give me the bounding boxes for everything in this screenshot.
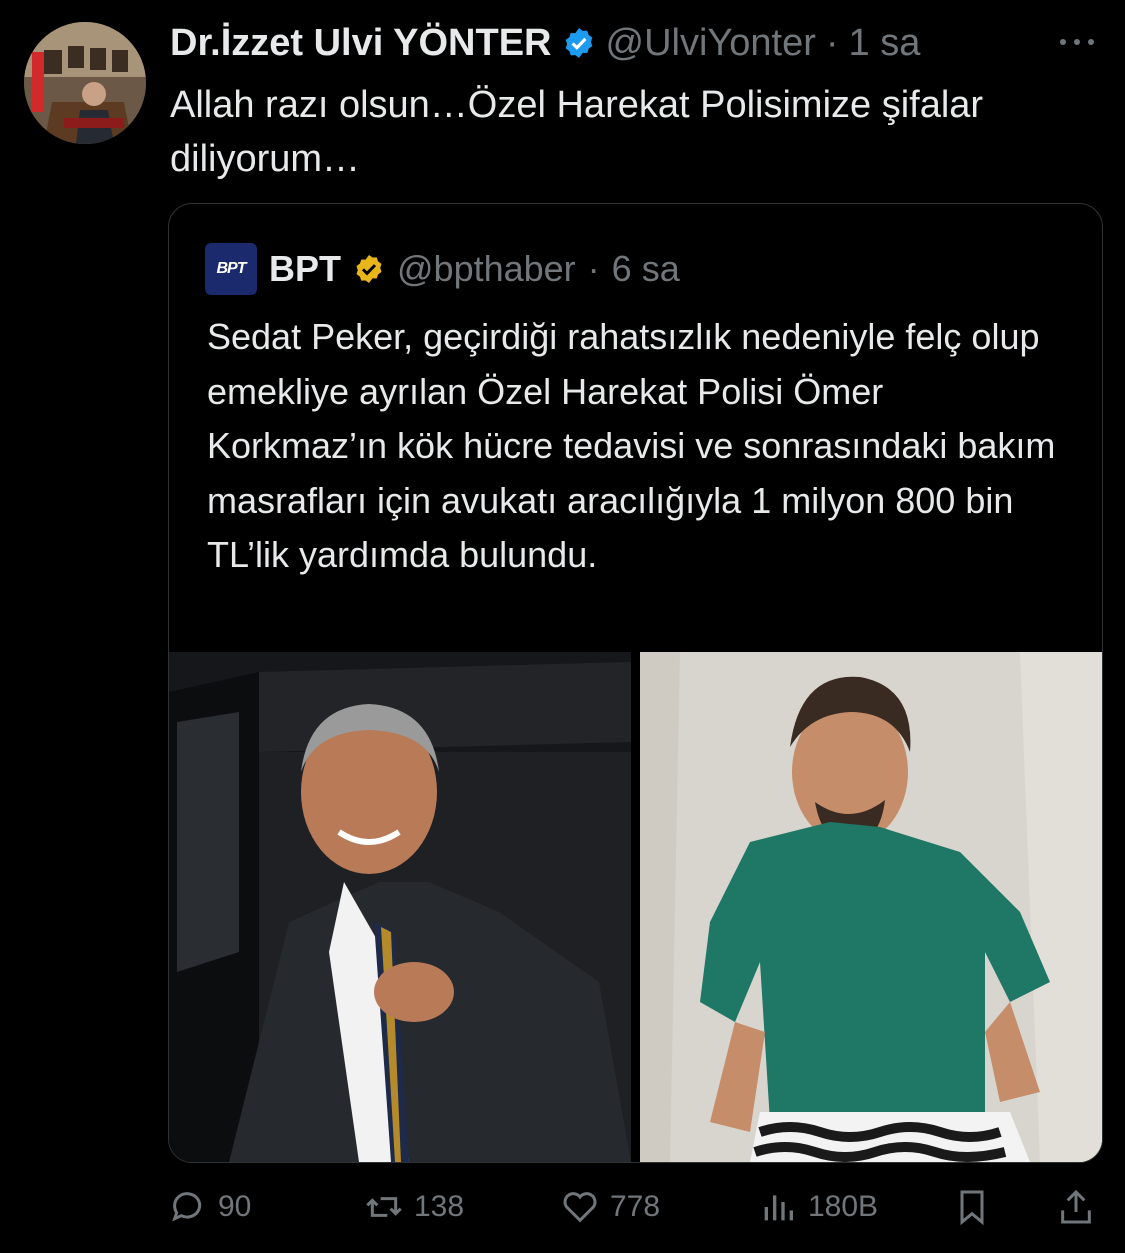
quoted-tweet-time[interactable]: 6 sa: [612, 248, 680, 290]
quoted-image-left[interactable]: [169, 652, 631, 1162]
views-button[interactable]: 180B: [758, 1182, 878, 1232]
quoted-image-right[interactable]: [640, 652, 1102, 1162]
like-button[interactable]: 778: [560, 1182, 660, 1232]
author-handle[interactable]: @UlviYonter: [606, 22, 816, 65]
tweet-header: Dr.İzzet Ulvi YÖNTER @UlviYonter · 1 sa: [170, 20, 920, 66]
share-icon: [1061, 1189, 1091, 1224]
quoted-tweet-header: BPT BPT @bpthaber · 6 sa: [205, 243, 680, 295]
tweet-time[interactable]: 1 sa: [849, 22, 921, 65]
like-count: 778: [610, 1190, 661, 1223]
reply-button[interactable]: 90: [168, 1182, 251, 1232]
repost-count: 138: [414, 1190, 465, 1223]
share-button[interactable]: [1056, 1182, 1096, 1232]
repost-button[interactable]: 138: [364, 1182, 464, 1232]
author-avatar[interactable]: [24, 22, 146, 144]
bpt-logo[interactable]: BPT: [205, 243, 257, 295]
author-name[interactable]: Dr.İzzet Ulvi YÖNTER: [170, 22, 552, 65]
man-in-green-shirt-photo-icon: [640, 652, 1102, 1162]
tweet-text: Allah razı olsun…Özel Harekat Polisimize…: [170, 84, 984, 180]
reply-icon: [172, 1192, 202, 1222]
repost-icon: [366, 1197, 402, 1217]
views-icon: [764, 1195, 793, 1221]
quoted-author-name[interactable]: BPT: [269, 248, 341, 290]
heart-icon: [563, 1192, 597, 1223]
bookmark-button[interactable]: [952, 1182, 992, 1232]
quoted-separator-dot: ·: [587, 248, 600, 289]
tweet-actions: 90 138 778 180B: [168, 1182, 1103, 1232]
bpt-logo-text: BPT: [216, 260, 247, 277]
man-in-suit-photo-icon: [169, 652, 631, 1162]
bookmark-icon: [960, 1190, 984, 1226]
quoted-tweet-text: Sedat Peker, geçirdiği rahatsızlık neden…: [207, 316, 1056, 575]
quoted-author-handle[interactable]: @bpthaber: [397, 248, 576, 290]
separator-dot: ·: [825, 21, 839, 64]
more-options-icon[interactable]: [1057, 30, 1097, 54]
verified-badge-icon: [565, 28, 592, 58]
profile-photo-icon: [24, 22, 146, 144]
gold-verified-badge-icon: [356, 255, 382, 283]
quoted-tweet[interactable]: BPT BPT @bpthaber · 6 sa Sedat Peker, ge…: [168, 203, 1103, 1163]
reply-count: 90: [218, 1190, 252, 1223]
view-count: 180B: [808, 1190, 879, 1223]
